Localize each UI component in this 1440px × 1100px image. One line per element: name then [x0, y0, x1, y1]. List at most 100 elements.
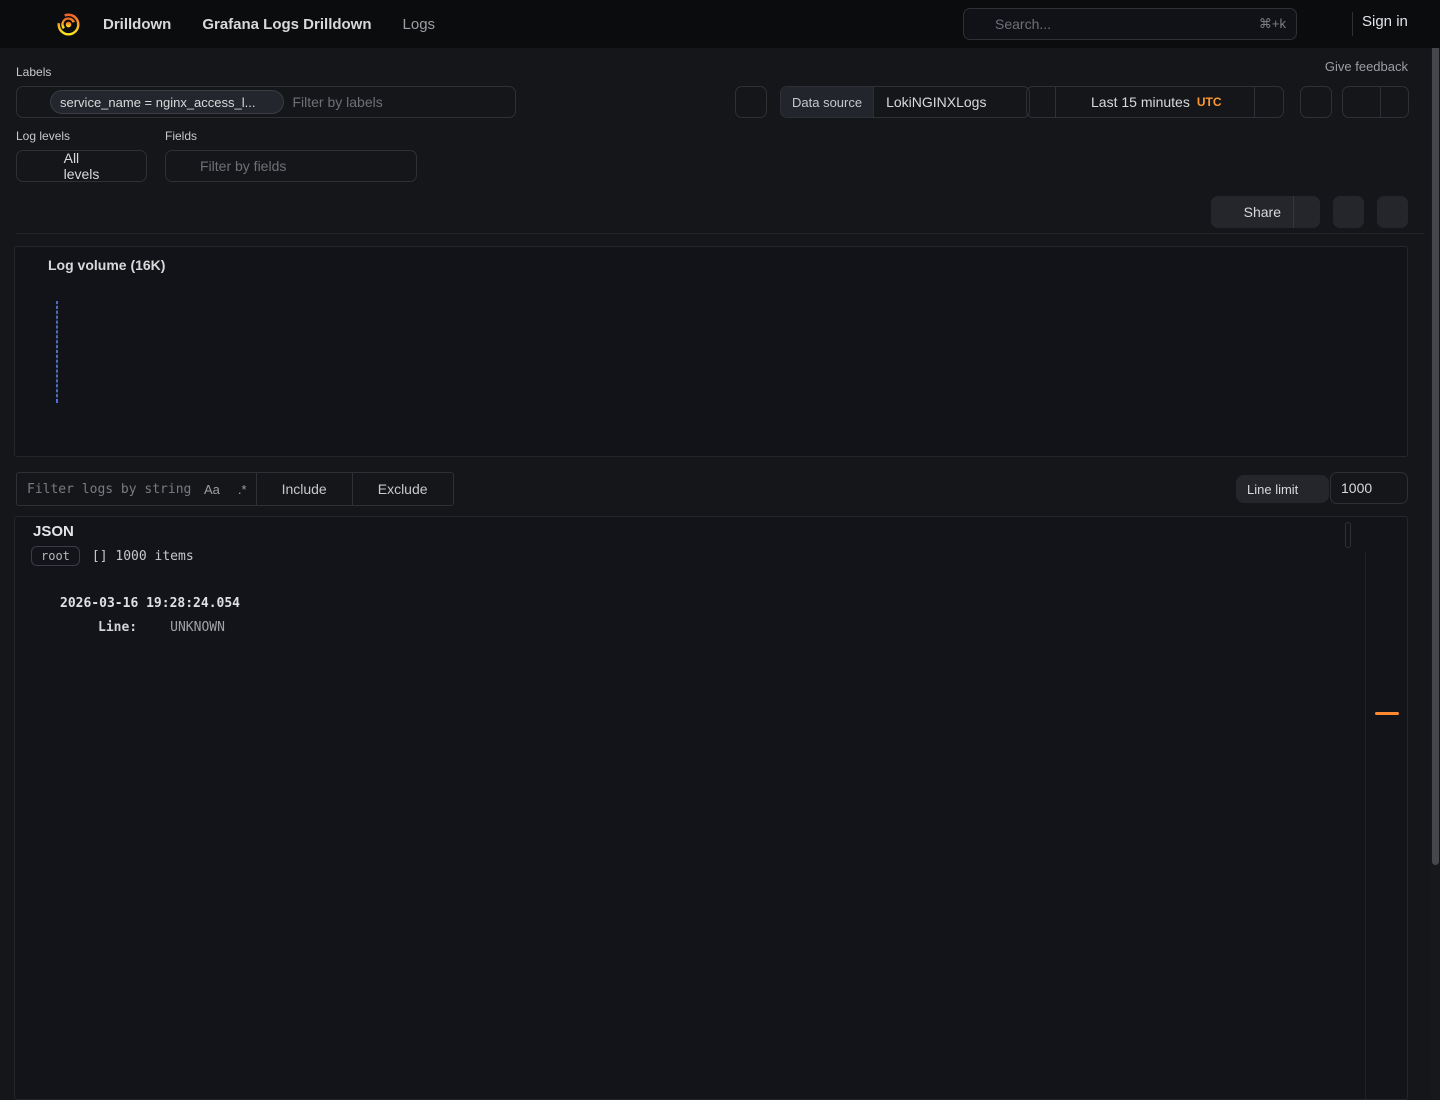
- json-log-panel: JSON root [] 1000 items 2026-03-16 19:28…: [14, 516, 1408, 1100]
- data-source-name: LokiNGINXLogs: [886, 94, 986, 110]
- share-controls: Share: [1211, 196, 1408, 228]
- refresh-button[interactable]: [1343, 87, 1381, 117]
- label-chip-text: service_name = nginx_access_l...: [60, 95, 255, 110]
- clear-labels-icon[interactable]: [493, 96, 506, 109]
- case-sensitive-toggle[interactable]: Aa: [195, 473, 229, 505]
- panel-menu-icon[interactable]: [1381, 257, 1399, 275]
- exclude-button[interactable]: Exclude: [353, 473, 453, 505]
- log-view-switcher: [1345, 522, 1351, 548]
- folder-open-icon: [1385, 204, 1401, 220]
- triangle-down-icon[interactable]: [37, 596, 51, 610]
- regex-toggle[interactable]: .*: [229, 473, 256, 505]
- chevron-right-icon: [381, 18, 394, 31]
- collapse-icon[interactable]: [27, 259, 40, 272]
- data-source-label: Data source: [781, 87, 874, 117]
- chevron-down-icon: [107, 160, 136, 173]
- timezone-badge: UTC: [1197, 95, 1222, 109]
- json-side-toolbar: [1365, 551, 1407, 1099]
- line-limit-badge: Line limit: [1236, 475, 1329, 503]
- breadcrumb-drilldown[interactable]: Drilldown: [103, 16, 171, 33]
- menu-icon[interactable]: [16, 13, 38, 35]
- breadcrumb-logs: Logs: [403, 16, 436, 33]
- log-string-filter: Aa .* Include Exclude: [16, 472, 454, 506]
- label-filter-chip[interactable]: service_name = nginx_access_l...: [50, 90, 284, 114]
- json-root-row: root [] 1000 items: [31, 546, 194, 566]
- time-zoom-out-button[interactable]: [1300, 86, 1332, 118]
- line-value: UNKNOWN: [170, 620, 225, 635]
- data-source-value[interactable]: LokiNGINXLogs: [874, 87, 1029, 117]
- scroll-to-start-icon[interactable]: [1378, 563, 1396, 581]
- info-icon[interactable]: [1305, 483, 1318, 496]
- share-split-button: Share: [1211, 196, 1320, 228]
- comment-icon: [1306, 60, 1319, 73]
- funnel-icon: [27, 158, 56, 174]
- fields-label: Fields: [165, 129, 197, 143]
- time-shift-back-button[interactable]: [1027, 87, 1055, 117]
- share-label: Share: [1244, 204, 1281, 220]
- sort-order-icon[interactable]: [1378, 647, 1396, 665]
- search-input[interactable]: [995, 16, 1251, 32]
- clear-fields-icon[interactable]: [393, 160, 406, 173]
- time-shift-forward-button[interactable]: [1255, 87, 1283, 117]
- fields-filter-input[interactable]: [200, 158, 385, 174]
- share-icon: [1223, 206, 1236, 219]
- log-line-row[interactable]: Line: UNKNOWN: [37, 615, 1347, 639]
- json-items-summary: [] 1000 items: [92, 549, 194, 564]
- log-volume-bars[interactable]: [56, 301, 1393, 402]
- wrap-lines-icon[interactable]: [1378, 689, 1396, 707]
- chevrons-right-icon: [1261, 94, 1277, 110]
- time-range-button[interactable]: Last 15 minutes UTC: [1055, 87, 1255, 117]
- search-shortcut: ⌘+k: [1259, 16, 1286, 32]
- fields-filter[interactable]: [165, 150, 417, 182]
- refresh-interval-dropdown[interactable]: [1381, 87, 1408, 117]
- labels-filter[interactable]: service_name = nginx_access_l...: [16, 86, 516, 118]
- chevrons-left-icon: [1033, 94, 1049, 110]
- line-limit-select[interactable]: 1000: [1330, 472, 1408, 504]
- panel-menu-icon[interactable]: [1379, 525, 1397, 543]
- labels-filter-input[interactable]: [292, 94, 485, 110]
- chevron-down-icon: [1388, 96, 1401, 109]
- log-volume-header[interactable]: Log volume (16K): [27, 257, 165, 273]
- log-volume-chart[interactable]: [56, 301, 1393, 402]
- log-levels-value: All levels: [64, 150, 100, 182]
- json-root-chip[interactable]: root: [31, 546, 80, 566]
- log-details-icon[interactable]: [1378, 731, 1396, 749]
- log-entry-row[interactable]: 2026-03-16 19:28:24.054: [37, 591, 1347, 615]
- json-panel-title: JSON: [33, 523, 74, 540]
- remove-label-icon[interactable]: [262, 96, 274, 108]
- share-button[interactable]: Share: [1211, 196, 1294, 228]
- scrollbar-thumb[interactable]: [1432, 3, 1439, 865]
- open-saved-button[interactable]: [1377, 196, 1408, 228]
- json-toggle-icon[interactable]: [1378, 815, 1396, 833]
- time-selection-region[interactable]: [56, 301, 58, 402]
- labels-toggle-icon[interactable]: [1378, 773, 1396, 791]
- upload-icon: [743, 94, 759, 110]
- breadcrumb-app[interactable]: Grafana Logs Drilldown: [202, 16, 371, 33]
- grafana-logo[interactable]: [56, 12, 81, 37]
- log-string-filter-input[interactable]: [17, 482, 195, 497]
- line-key: Line:: [98, 620, 137, 635]
- copy-icon[interactable]: [249, 597, 262, 610]
- time-range-picker: Last 15 minutes UTC: [1026, 86, 1284, 118]
- share-icon[interactable]: [271, 597, 284, 610]
- chevron-down-icon: [1384, 482, 1397, 495]
- data-source-picker[interactable]: Data source LokiNGINXLogs: [780, 86, 1030, 118]
- log-volume-panel: Log volume (16K): [14, 246, 1408, 457]
- triangle-down-icon[interactable]: [63, 620, 77, 634]
- labels-label: Labels: [16, 65, 51, 79]
- help-icon[interactable]: [1318, 14, 1338, 34]
- share-dropdown[interactable]: [1294, 196, 1320, 228]
- log-levels-label: Log levels: [16, 129, 70, 143]
- sign-in-link[interactable]: Sign in: [1362, 13, 1408, 30]
- upload-button[interactable]: [735, 86, 767, 118]
- chevron-right-icon: [180, 18, 193, 31]
- page-scrollbar[interactable]: [1431, 0, 1440, 1100]
- clock-icon: [1068, 94, 1084, 110]
- log-levels-dropdown[interactable]: All levels: [16, 150, 147, 182]
- include-button[interactable]: Include: [257, 473, 352, 505]
- give-feedback-label: Give feedback: [1325, 59, 1408, 74]
- save-button[interactable]: [1333, 196, 1364, 228]
- scroll-down-icon[interactable]: [1378, 605, 1396, 623]
- global-search[interactable]: ⌘+k: [963, 8, 1297, 40]
- give-feedback-link[interactable]: Give feedback: [1306, 59, 1408, 74]
